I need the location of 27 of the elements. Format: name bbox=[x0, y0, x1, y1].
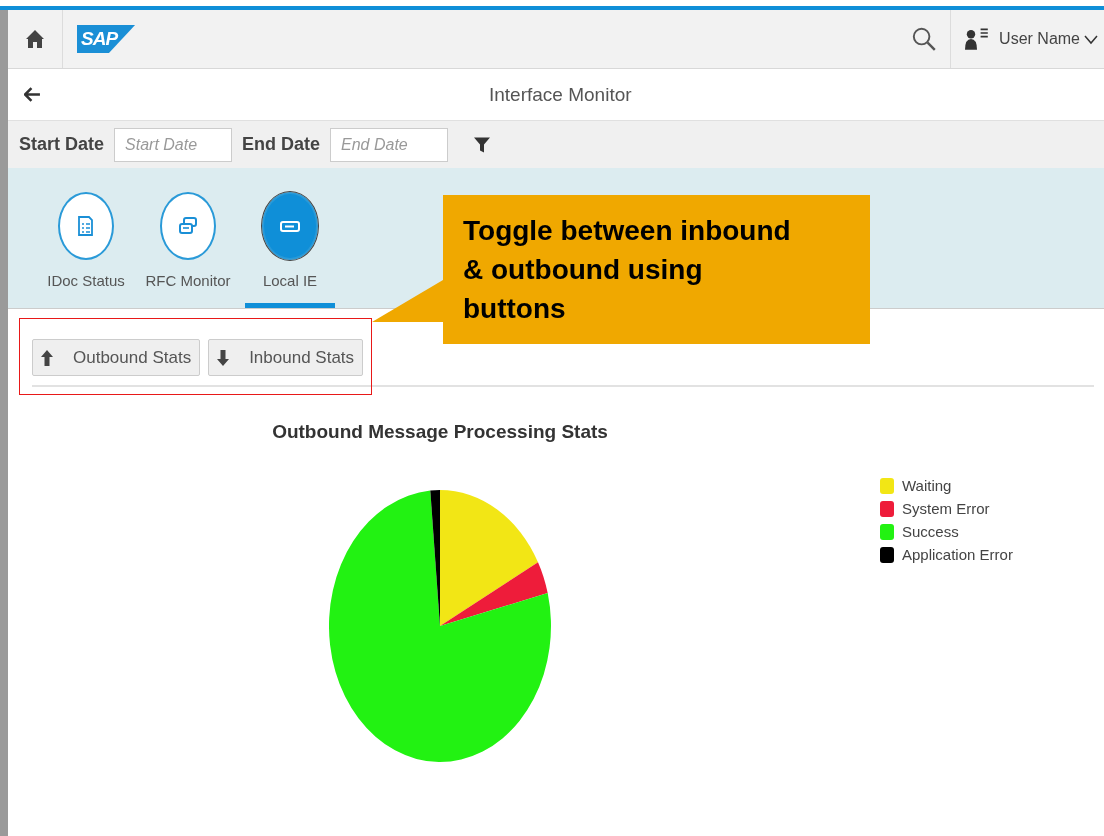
tab[interactable]: RFC Monitor bbox=[143, 168, 233, 308]
date-field[interactable]: Start Date bbox=[114, 127, 233, 162]
tab[interactable]: IDoc Status bbox=[41, 168, 131, 308]
stats-button[interactable]: Inbound Stats bbox=[208, 339, 364, 376]
field-label: Start Date bbox=[19, 134, 105, 155]
user-name[interactable]: User Name bbox=[999, 30, 1080, 48]
logo: SAP bbox=[77, 25, 136, 53]
user-icon[interactable] bbox=[965, 27, 990, 51]
callout-pointer bbox=[372, 280, 443, 322]
search-icon[interactable] bbox=[912, 27, 937, 51]
legend-label: Waiting bbox=[902, 477, 952, 494]
caret-icon[interactable] bbox=[1084, 33, 1098, 45]
down-arrow-icon bbox=[217, 349, 230, 366]
filter-icon[interactable] bbox=[474, 136, 491, 153]
callout: Toggle between inbound & outbound using buttons bbox=[443, 195, 870, 344]
page-title: Interface Monitor bbox=[489, 83, 632, 106]
tab[interactable]: Local IE bbox=[245, 168, 335, 308]
legend-label: Success bbox=[902, 523, 959, 540]
home-icon[interactable] bbox=[25, 29, 45, 49]
back-icon[interactable] bbox=[24, 87, 41, 102]
date-field[interactable]: End Date bbox=[330, 127, 449, 162]
field-label: End Date bbox=[242, 134, 321, 155]
up-arrow-icon bbox=[41, 349, 53, 366]
legend-label: System Error bbox=[902, 500, 990, 517]
stats-button[interactable]: Outbound Stats bbox=[32, 339, 201, 376]
chart-title: Outbound Message Processing Stats bbox=[272, 421, 608, 443]
legend-label: Application Error bbox=[902, 546, 1013, 563]
